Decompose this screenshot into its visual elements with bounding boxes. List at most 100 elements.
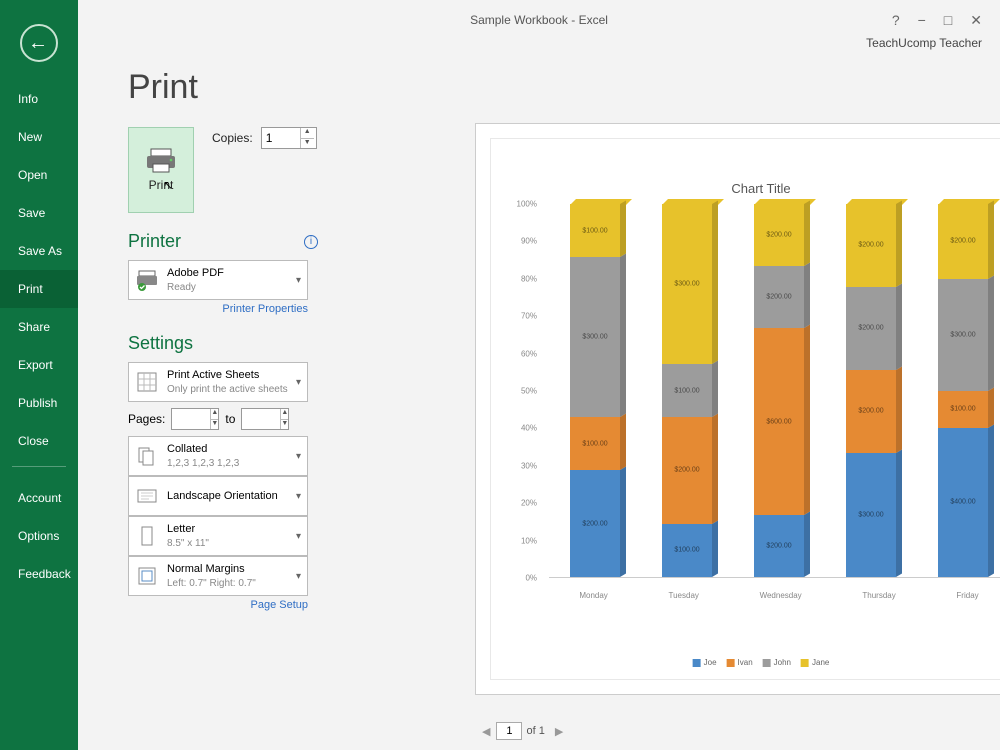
x-label: Wednesday: [760, 591, 802, 600]
bar-segment: $400.00: [938, 428, 988, 577]
chevron-down-icon: ▾: [296, 531, 301, 542]
sheets-icon: [135, 370, 159, 394]
printer-dropdown[interactable]: Adobe PDF Ready ▾: [128, 260, 308, 300]
chart-title: Chart Title: [491, 181, 1000, 196]
data-label: $300.00: [582, 334, 607, 341]
bar-segment: $300.00: [570, 257, 620, 417]
margins-sub: Left: 0.7" Right: 0.7": [167, 577, 288, 590]
paper-title: Letter: [167, 522, 288, 536]
back-button[interactable]: ←: [20, 24, 58, 62]
page-title: Print: [128, 68, 1000, 107]
y-tick: 20%: [521, 499, 537, 508]
collate-icon: [135, 444, 159, 468]
print-what-dropdown[interactable]: Print Active SheetsOnly print the active…: [128, 362, 308, 402]
sidebar-item-share[interactable]: Share: [0, 308, 78, 346]
print-what-title: Print Active Sheets: [167, 368, 288, 382]
sidebar-item-export[interactable]: Export: [0, 346, 78, 384]
next-page-button[interactable]: ▶: [549, 725, 569, 738]
page-number-input[interactable]: [496, 722, 522, 740]
bar-tuesday: $100.00 $200.00 $100.00 $300.00: [662, 204, 712, 577]
pages-from-spinner[interactable]: ▲▼: [171, 408, 219, 430]
printer-icon: [145, 148, 177, 174]
page-navigator: ◀ of 1 ▶ ▦ ⛶: [476, 722, 1000, 740]
sidebar-item-save[interactable]: Save: [0, 194, 78, 232]
pages-label: Pages:: [128, 412, 165, 426]
x-label: Thursday: [862, 591, 895, 600]
bar-wednesday: $200.00 $600.00 $200.00 $200.00: [754, 204, 804, 577]
info-icon[interactable]: i: [304, 235, 318, 249]
chevron-down-icon: ▾: [296, 451, 301, 462]
bar-segment: $100.00: [570, 204, 620, 257]
sidebar-item-save-as[interactable]: Save As: [0, 232, 78, 270]
bar-thursday: $300.00$200.00$200.00$200.00: [846, 204, 896, 577]
data-label: $200.00: [766, 294, 791, 301]
page-of-label: of 1: [522, 725, 548, 737]
bar-segment: $300.00: [662, 204, 712, 364]
data-label: $600.00: [766, 418, 791, 425]
sidebar-item-publish[interactable]: Publish: [0, 384, 78, 422]
data-label: $300.00: [950, 331, 975, 338]
margins-dropdown[interactable]: Normal MarginsLeft: 0.7" Right: 0.7" ▾: [128, 556, 308, 596]
pages-to-spinner[interactable]: ▲▼: [241, 408, 289, 430]
page-setup-link[interactable]: Page Setup: [128, 599, 308, 611]
bar-segment: $100.00: [570, 417, 620, 470]
bar-segment: $200.00: [754, 515, 804, 577]
printer-properties-link[interactable]: Printer Properties: [128, 303, 308, 315]
sidebar-item-print[interactable]: Print: [0, 270, 78, 308]
pages-to-input[interactable]: [242, 409, 280, 429]
sidebar-item-account[interactable]: Account: [0, 479, 78, 517]
bar-segment: $300.00: [846, 453, 896, 577]
orientation-title: Landscape Orientation: [167, 489, 288, 503]
back-arrow-icon: ←: [28, 32, 48, 55]
y-tick: 70%: [521, 312, 537, 321]
data-label: $200.00: [766, 542, 791, 549]
y-tick: 30%: [521, 461, 537, 470]
backstage-sidebar: ← InfoNewOpenSaveSave AsPrintShareExport…: [0, 0, 78, 750]
printer-name: Adobe PDF: [167, 266, 288, 280]
y-tick: 0%: [525, 574, 537, 583]
data-label: $200.00: [858, 325, 883, 332]
landscape-icon: [135, 484, 159, 508]
sidebar-item-close[interactable]: Close: [0, 422, 78, 460]
prev-page-button[interactable]: ◀: [476, 725, 496, 738]
print-button[interactable]: Print ↖: [128, 127, 194, 213]
settings-heading: Settings: [128, 333, 438, 354]
bar-monday: $200.00$100.00$300.00$100.00: [570, 204, 620, 577]
bar-segment: $200.00: [754, 204, 804, 266]
y-tick: 50%: [521, 387, 537, 396]
data-label: $200.00: [766, 232, 791, 239]
data-label: $400.00: [950, 499, 975, 506]
collate-title: Collated: [167, 442, 288, 456]
paper-dropdown[interactable]: Letter8.5" x 11" ▾: [128, 516, 308, 556]
bar-segment: $300.00: [938, 279, 988, 391]
chevron-down-icon: ▾: [296, 571, 301, 582]
sidebar-item-options[interactable]: Options: [0, 517, 78, 555]
margins-title: Normal Margins: [167, 562, 288, 576]
chevron-down-icon: ▾: [296, 491, 301, 502]
y-tick: 90%: [521, 237, 537, 246]
copies-spinner[interactable]: ▲▼: [261, 127, 317, 149]
print-what-sub: Only print the active sheets: [167, 383, 288, 396]
legend-item: Joe: [693, 658, 717, 667]
y-tick: 10%: [521, 536, 537, 545]
data-label: $100.00: [950, 406, 975, 413]
copies-up[interactable]: ▲: [301, 128, 314, 139]
collate-dropdown[interactable]: Collated1,2,3 1,2,3 1,2,3 ▾: [128, 436, 308, 476]
y-tick: 60%: [521, 349, 537, 358]
chevron-down-icon: ▾: [296, 377, 301, 388]
bar-segment: $200.00: [662, 417, 712, 524]
data-label: $100.00: [674, 387, 699, 394]
sidebar-item-open[interactable]: Open: [0, 156, 78, 194]
pages-from-input[interactable]: [172, 409, 210, 429]
orientation-dropdown[interactable]: Landscape Orientation ▾: [128, 476, 308, 516]
copies-label: Copies:: [212, 131, 253, 145]
sidebar-item-info[interactable]: Info: [0, 80, 78, 118]
chevron-down-icon: ▾: [296, 275, 301, 286]
x-label: Friday: [956, 591, 978, 600]
data-label: $100.00: [674, 547, 699, 554]
copies-input[interactable]: [262, 128, 300, 148]
copies-down[interactable]: ▼: [301, 139, 314, 149]
bar-segment: $200.00: [846, 287, 896, 370]
sidebar-item-new[interactable]: New: [0, 118, 78, 156]
sidebar-item-feedback[interactable]: Feedback: [0, 555, 78, 593]
